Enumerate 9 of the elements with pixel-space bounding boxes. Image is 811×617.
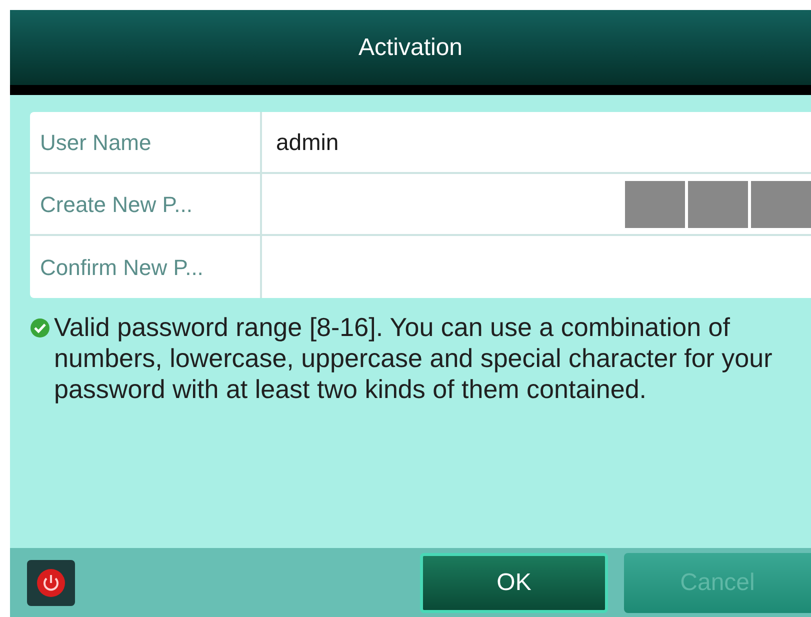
username-field[interactable]: admin [262,112,811,172]
ok-button[interactable]: OK [420,552,608,612]
password-hint: Valid password range [8-16]. You can use a combination of numbers, lowercase, uppercase and special character for your password with at least two kinds of them contained. [54,312,774,405]
field-label: Create New P... [30,174,262,234]
power-icon [36,568,66,598]
field-label: User Name [30,112,262,172]
field-label: Confirm New P... [30,236,262,298]
power-button[interactable] [27,560,75,606]
window-title: Activation [10,10,811,85]
